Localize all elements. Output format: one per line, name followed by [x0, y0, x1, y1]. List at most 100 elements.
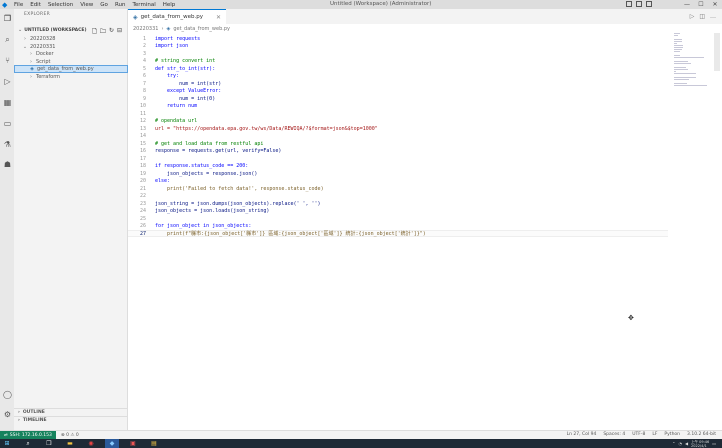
line-number: 26 — [139, 223, 146, 229]
explorer-sidebar: EXPLORER ⌄ UNTITLED (WORKSPACE) 🗋 🗀 ↻ ⊟ … — [14, 9, 128, 430]
code-line[interactable]: 7 num = int(str) — [128, 80, 668, 87]
start-icon[interactable]: ⊞ — [0, 439, 14, 448]
app-taskbar-icon[interactable]: ▣ — [126, 439, 140, 448]
file-explorer-icon[interactable]: ▬ — [63, 439, 77, 448]
search-icon[interactable]: ⌕ — [3, 35, 12, 44]
close-icon[interactable]: ✕ — [708, 0, 722, 9]
menu-item[interactable]: View — [80, 2, 93, 8]
line-number: 18 — [139, 163, 146, 169]
code-line[interactable]: 1 import requests — [128, 35, 668, 42]
outline-section[interactable]: › OUTLINE — [14, 408, 128, 416]
title-bar: ◆ File Edit Selection View Go Run Terminal Help… — [0, 0, 722, 9]
code-text: response = requests.get(url, verify=Fals… — [155, 148, 282, 154]
search-icon[interactable]: ⌕ — [21, 439, 35, 448]
chrome-icon[interactable]: ◉ — [84, 439, 98, 448]
more-actions-icon[interactable]: … — [710, 13, 716, 20]
run-file-icon[interactable]: ▷ — [690, 13, 695, 20]
task-view-icon[interactable]: ❒ — [42, 439, 56, 448]
menu-item[interactable]: Selection — [48, 2, 73, 8]
code-line[interactable]: 16 response = requests.get(url, verify=Fa… — [128, 148, 668, 155]
code-line[interactable]: 18 if response.status_code == 200: — [128, 163, 668, 170]
code-line[interactable]: 3 — [128, 50, 668, 57]
vertical-scrollbar[interactable] — [714, 33, 720, 71]
close-tab-icon[interactable]: ✕ — [216, 14, 221, 21]
run-debug-icon[interactable]: ▷ — [3, 77, 12, 86]
accounts-icon[interactable]: ◯ — [3, 390, 12, 399]
split-editor-icon[interactable]: ◫ — [699, 13, 705, 20]
menu-item[interactable]: Terminal — [132, 2, 155, 8]
menu-item[interactable]: Run — [115, 2, 126, 8]
code-line[interactable]: 12 # opendata url — [128, 118, 668, 125]
code-line[interactable]: 23 json_string = json.dumps(json_objects)… — [128, 200, 668, 207]
window-title: Untitled (Workspace) (Administrator) — [330, 1, 432, 7]
menu-item[interactable]: Go — [100, 2, 108, 8]
code-line[interactable]: 22 — [128, 193, 668, 200]
status-item[interactable]: Ln 27, Col 94 — [567, 432, 597, 437]
status-item[interactable]: Spaces: 4 — [603, 432, 625, 437]
code-line[interactable]: 2 import json — [128, 43, 668, 50]
code-line[interactable]: 5 def str_to_int(str): — [128, 65, 668, 72]
volume-icon[interactable]: ◀ — [685, 441, 688, 446]
code-line[interactable]: 26 for json_object in json_objects: — [128, 223, 668, 230]
breadcrumb-file[interactable]: get_data_from_web.py — [173, 26, 230, 32]
code-line[interactable]: 27 print(f"縣市:{json_object['縣市']} 區域:{js… — [128, 230, 668, 237]
code-line[interactable]: 14 — [128, 133, 668, 140]
code-line[interactable]: 20 else: — [128, 178, 668, 185]
toggle-secondary-sidebar-icon[interactable] — [646, 1, 652, 7]
maximize-icon[interactable]: ☐ — [694, 0, 708, 9]
code-text: except ValueError: — [155, 88, 222, 94]
code-line[interactable]: 11 — [128, 110, 668, 117]
network-icon[interactable]: ◔ — [678, 441, 682, 446]
code-line[interactable]: 6 try: — [128, 73, 668, 80]
tree-folder-item[interactable]: › Terraform — [14, 73, 128, 81]
vscode-taskbar-icon[interactable]: ◆ — [105, 439, 119, 448]
docker-icon[interactable]: ☗ — [3, 160, 12, 169]
extensions-icon[interactable]: ▦ — [3, 98, 12, 107]
remote-explorer-icon[interactable]: ▭ — [3, 119, 12, 128]
testing-icon[interactable]: ⚗ — [3, 140, 12, 149]
code-line[interactable]: 24 json_objects = json.loads(json_string) — [128, 208, 668, 215]
breadcrumb-folder[interactable]: 20220331 — [133, 26, 158, 32]
timeline-section[interactable]: › TIMELINE — [14, 416, 128, 424]
settings-gear-icon[interactable]: ⚙ — [3, 410, 12, 419]
chevron-right-icon: › — [18, 418, 20, 423]
line-number: 1 — [142, 35, 146, 42]
code-text: for json_object in json_objects: — [155, 223, 252, 229]
notifications-icon[interactable]: ▭ — [712, 441, 716, 446]
code-text: json_objects = json.loads(json_string) — [155, 208, 270, 214]
menu-item[interactable]: File — [14, 2, 23, 8]
code-line[interactable]: 4 # string convert int — [128, 58, 668, 65]
menu-item[interactable]: Help — [163, 2, 176, 8]
status-item[interactable]: 3.10.2 64-bit — [687, 432, 716, 437]
source-control-icon[interactable]: ⑂ — [3, 56, 12, 65]
code-line[interactable]: 10 return num — [128, 103, 668, 110]
status-item[interactable]: UTF-8 — [632, 432, 645, 437]
code-line[interactable]: 8 except ValueError: — [128, 88, 668, 95]
code-line[interactable]: 17 — [128, 155, 668, 162]
line-number: 8 — [142, 88, 146, 94]
notepad-taskbar-icon[interactable]: ▤ — [147, 439, 161, 448]
minimize-icon[interactable]: — — [680, 0, 694, 9]
code-line[interactable]: 19 json_objects = response.json() — [128, 170, 668, 177]
menu-item[interactable]: Edit — [30, 2, 41, 8]
editor-tabs: ◈ get_data_from_web.py ✕ ▷ ◫ … — [128, 9, 722, 24]
clock[interactable]: 上午 09:46 2022/4/1 — [691, 440, 709, 448]
code-line[interactable]: 9 num = int(0) — [128, 95, 668, 102]
tab-get-data-from-web[interactable]: ◈ get_data_from_web.py ✕ — [128, 9, 226, 24]
status-item[interactable]: LF — [652, 432, 657, 437]
toggle-sidebar-icon[interactable] — [626, 1, 632, 7]
code-text: print(f"縣市:{json_object['縣市']} 區域:{json_… — [155, 231, 426, 237]
code-line[interactable]: 25 — [128, 215, 668, 222]
code-line[interactable]: 15 # get and load data from restful api — [128, 140, 668, 147]
status-item[interactable]: Python — [664, 432, 680, 437]
code-line[interactable]: 13 url = "https://opendata.epa.gov.tw/ws/… — [128, 125, 668, 132]
toggle-panel-icon[interactable] — [636, 1, 642, 7]
workspace-section[interactable]: ⌄ UNTITLED (WORKSPACE) 🗋 🗀 ↻ ⊟ — [14, 26, 128, 35]
tray-up-icon[interactable]: ⌃ — [672, 441, 675, 446]
code-text: return num — [155, 103, 198, 109]
code-text: # string convert int — [155, 58, 216, 64]
minimap[interactable] — [674, 33, 708, 86]
code-line[interactable]: 21 print('Failed to fetch data!', respon… — [128, 185, 668, 192]
explorer-icon[interactable]: ❐ — [3, 14, 12, 23]
errors-icon[interactable]: ⊗ 0 ⚠ 0 — [61, 433, 79, 438]
